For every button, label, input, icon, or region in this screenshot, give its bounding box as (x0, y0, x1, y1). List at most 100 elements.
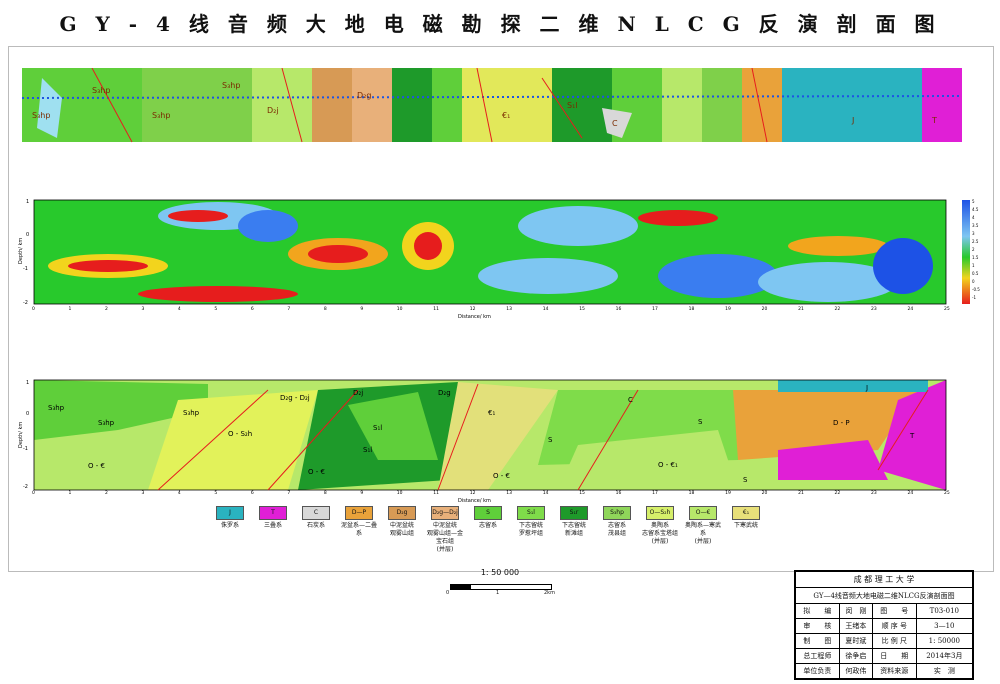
title-block-cell: 日 期 (871, 647, 917, 664)
colorbar-label: 2.5 (972, 239, 979, 244)
legend-swatch: C (302, 506, 330, 520)
legend-item: D₂g 中泥盆统 观雾山组 (382, 506, 422, 538)
section-unit-label: S (743, 476, 748, 484)
legend-swatch: €₁ (732, 506, 760, 520)
geological-interpretation-section: S₃hp S₃hp S₃hp O - S₂h O - € O - € D₂g -… (18, 379, 950, 504)
legend-label: 下志留统 罗惹坪组 (518, 522, 543, 537)
title-block-cell: 总工程师 (795, 647, 840, 664)
section-unit-label: J (865, 384, 868, 392)
colorbar-label: 3.5 (972, 223, 979, 228)
x-tick: 10 (397, 490, 403, 496)
legend-label: 志留系 (478, 522, 497, 529)
x-tick: 24 (908, 306, 914, 312)
legend-swatch: D₂g (388, 506, 416, 520)
title-block-cell: 2014年3月 (915, 647, 974, 664)
legend-item: O—S₂h 奥陶系 志留系宝塔组 (并层) (640, 506, 680, 546)
title-block-org: 成 都 理 工 大 学 (795, 570, 973, 589)
x-tick: 9 (360, 306, 363, 312)
map-unit-label: €₁ (502, 111, 510, 120)
legend-item: O—€ 奥陶系—寒武系 (并层) (683, 506, 723, 546)
colorbar-label: 1 (972, 263, 975, 268)
x-tick: 21 (798, 306, 804, 312)
legend-item: D₂g—D₂j 中泥盆统 观雾山组—金宝石组 (并层) (425, 506, 465, 554)
section-unit-label: S₁l (373, 424, 382, 432)
x-tick: 24 (908, 490, 914, 496)
legend-swatch: D—P (345, 506, 373, 520)
x-tick: 15 (579, 306, 585, 312)
colorbar-label: 4 (972, 215, 975, 220)
legend-label: 奥陶系—寒武系 (并层) (684, 522, 721, 545)
legend-swatch: S (474, 506, 502, 520)
y-axis-label: Depth/ km (18, 422, 24, 448)
x-axis-label: Distance/ km (458, 498, 491, 504)
legend-label: 泥盆系—二叠系 (340, 522, 377, 537)
x-tick: 20 (762, 490, 768, 496)
x-tick: 18 (689, 306, 695, 312)
title-block-cell: 拟 编 (795, 602, 840, 619)
section-unit-label: T (909, 432, 915, 440)
scale-label: 0 (446, 590, 450, 596)
legend-swatch: S₁l (517, 506, 545, 520)
title-block-cell: 制 图 (795, 632, 840, 649)
title-block-cell: T03-010 (915, 602, 974, 619)
x-tick: 3 (141, 490, 144, 496)
x-tick: 1 (68, 306, 71, 312)
title-block-cell: 顺 序 号 (871, 617, 917, 634)
title-block-cell: 实 测 (915, 662, 974, 680)
title-block: 成 都 理 工 大 学 GY—4线音频大地电磁二维NLCG反演剖面图 拟 编闵 … (794, 570, 974, 680)
x-tick: 16 (616, 490, 622, 496)
legend-item: €₁ 下寒武统 (726, 506, 766, 530)
title-block-cell: 资料来源 (871, 662, 917, 680)
x-tick: 19 (725, 490, 731, 496)
x-tick: 25 (944, 306, 950, 312)
x-tick: 0 (32, 490, 35, 496)
title-block-cell: 审 核 (795, 617, 840, 634)
section-unit-label: S (698, 418, 703, 426)
legend-swatch: D₂g—D₂j (431, 506, 459, 520)
colorbar-label: 1.5 (972, 255, 979, 260)
x-tick: 17 (652, 490, 658, 496)
legend-label: 下寒武统 (733, 522, 758, 529)
x-tick: 6 (251, 306, 254, 312)
y-tick: -2 (23, 300, 28, 306)
y-tick: 0 (26, 232, 29, 238)
section-unit-label: S₃hp (98, 419, 115, 427)
legend-item: S₁l 下志留统 罗惹坪组 (511, 506, 551, 538)
legend-item: C 石炭系 (296, 506, 336, 530)
legend-swatch: T (259, 506, 287, 520)
x-tick: 5 (214, 490, 217, 496)
title-block-cell: 3—10 (915, 617, 974, 634)
legend-label: 奥陶系 志留系宝塔组 (并层) (641, 522, 678, 545)
y-axis-label: Depth/ km (18, 238, 24, 264)
legend-item: S 志留系 (468, 506, 508, 530)
x-tick: 25 (944, 490, 950, 496)
x-tick: 9 (360, 490, 363, 496)
x-tick: 12 (470, 306, 476, 312)
x-tick: 7 (287, 306, 290, 312)
y-tick: -2 (23, 484, 28, 490)
legend-label: 志留系 茂县组 (607, 522, 626, 537)
y-tick: 0 (26, 411, 29, 417)
x-tick: 11 (433, 490, 439, 496)
resistivity-inversion-section: 5 4.5 4 3.5 3 2.5 2 1.5 1 0.5 0 -0.5 -1 … (18, 199, 980, 320)
x-tick: 8 (324, 490, 327, 496)
legend-item: S₃hp 志留系 茂县组 (597, 506, 637, 538)
legend-label: 石炭系 (306, 522, 325, 529)
x-tick: 0 (32, 306, 35, 312)
surface-geology-map: S₃hp S₃hp S₃hp S₃hp D₂j D₂g C €₁ S₁l J T (22, 68, 962, 143)
x-tick: 6 (251, 490, 254, 496)
legend-swatch: S₁r (560, 506, 588, 520)
x-tick: 14 (543, 490, 549, 496)
map-title: G Y - 4 线 音 频 大 地 电 磁 勘 探 二 维 N L C G 反 … (59, 12, 941, 36)
colorbar-label: 0 (972, 279, 975, 284)
legend-item: T 三叠系 (253, 506, 293, 530)
title-block-cell: 图 号 (871, 602, 917, 619)
scale-label: 1 (496, 590, 500, 596)
x-tick: 17 (652, 306, 658, 312)
legend-swatch: O—S₂h (646, 506, 674, 520)
legend-item: S₁r 下志留统 新滩组 (554, 506, 594, 538)
x-tick: 13 (506, 306, 512, 312)
map-unit-label: S₃hp (152, 111, 170, 120)
x-tick: 18 (689, 490, 695, 496)
x-tick: 4 (178, 490, 181, 496)
